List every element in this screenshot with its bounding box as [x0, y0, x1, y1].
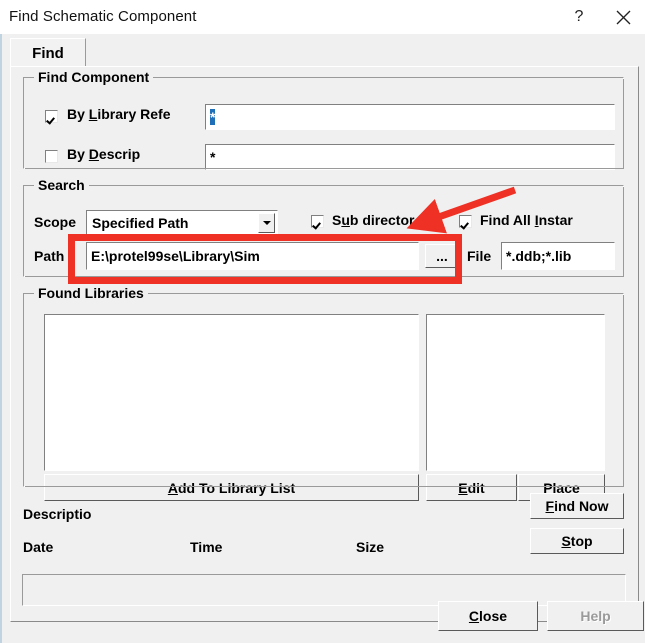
time-column-label: Time [190, 539, 223, 555]
find-all-instances-checkbox[interactable] [459, 215, 472, 228]
label-prefix: Find All [480, 212, 535, 228]
add-to-library-list-button[interactable]: Add To Library List [44, 474, 419, 501]
find-now-button[interactable]: Find Now [530, 493, 624, 519]
library-reference-input[interactable]: * [205, 104, 615, 130]
tab-find-label: Find [32, 45, 64, 62]
close-icon[interactable] [601, 0, 645, 34]
scope-label: Scope [34, 214, 77, 230]
label-rest: nstar [538, 212, 573, 228]
tab-page-find: Find Component By Library Refe * By Desc… [10, 66, 639, 622]
path-input[interactable]: E:\protel99se\Library\Sim [86, 242, 419, 270]
btn-rest: ind Now [554, 498, 609, 514]
label-prefix: S [332, 212, 342, 228]
find-component-group-title: Find Component [34, 69, 154, 85]
label-prefix: By [67, 106, 89, 122]
label-rest: b director [349, 212, 415, 228]
file-filter-input[interactable]: *.ddb;*.lib [501, 242, 615, 270]
btn-accel: F [545, 498, 555, 514]
browse-label: ... [436, 248, 448, 264]
find-schematic-component-dialog: Find Schematic Component ? Find Find Com… [0, 0, 645, 643]
btn-accel: H [580, 608, 591, 624]
btn-rest: dd To Library List [177, 479, 296, 496]
btn-rest: top [570, 533, 593, 549]
label-rest: ibrary Refe [97, 106, 171, 122]
file-label: File [467, 248, 492, 264]
btn-accel: C [468, 608, 480, 624]
label-accel: u [341, 212, 350, 228]
file-filter-value: *.ddb;*.lib [506, 248, 572, 264]
scope-dropdown[interactable]: Specified Path [86, 210, 278, 236]
description-column-label: Descriptio [23, 506, 92, 522]
search-group: Search Scope Specified Path Sub director… [23, 177, 624, 277]
tab-find[interactable]: Find [10, 38, 86, 68]
titlebar: Find Schematic Component ? [0, 0, 645, 35]
btn-rest: lose [479, 608, 508, 624]
scope-value: Specified Path [92, 215, 189, 231]
label-rest: escrip [98, 146, 141, 162]
by-description-checkbox[interactable] [45, 150, 58, 163]
sub-directories-label: Sub director [332, 212, 448, 228]
path-value: E:\protel99se\Library\Sim [91, 248, 260, 264]
find-component-group: Find Component By Library Refe * By Desc… [23, 69, 624, 170]
find-all-instances-label: Find All Instar [480, 212, 620, 228]
size-column-label: Size [356, 539, 385, 555]
close-button[interactable]: Close [438, 601, 538, 631]
by-library-reference-checkbox[interactable] [45, 110, 58, 123]
by-library-reference-label: By Library Refe [67, 106, 202, 122]
found-libraries-group: Found Libraries Add To Library List Edit… [23, 285, 624, 501]
found-libraries-group-title: Found Libraries [34, 285, 148, 301]
search-group-title: Search [34, 177, 89, 193]
help-glyph: ? [574, 8, 584, 25]
btn-rest: dit [467, 479, 485, 496]
btn-accel: E [458, 479, 468, 496]
date-column-label: Date [23, 539, 54, 555]
library-components-list[interactable] [426, 314, 605, 471]
btn-rest: elp [590, 608, 611, 624]
edit-button[interactable]: Edit [426, 474, 517, 501]
btn-accel: S [561, 533, 571, 549]
help-button[interactable]: Help [547, 601, 644, 631]
chevron-down-icon[interactable] [258, 213, 275, 233]
help-icon[interactable]: ? [557, 0, 601, 34]
btn-accel: A [167, 479, 178, 496]
browse-path-button[interactable]: ... [425, 244, 459, 268]
dialog-client-area: Find Find Component By Library Refe * By [0, 34, 645, 643]
found-libraries-list[interactable] [44, 314, 419, 471]
label-accel: D [88, 146, 99, 162]
sub-directories-checkbox[interactable] [311, 215, 324, 228]
label-prefix: By [67, 146, 89, 162]
tab-strip: Find [10, 38, 639, 68]
description-input[interactable]: * [205, 144, 615, 170]
by-description-label: By Descrip [67, 146, 202, 162]
library-reference-value: * [210, 109, 216, 125]
description-value: * [210, 149, 216, 165]
path-label: Path [34, 248, 65, 264]
stop-button[interactable]: Stop [530, 528, 624, 554]
window-title: Find Schematic Component [9, 8, 197, 25]
